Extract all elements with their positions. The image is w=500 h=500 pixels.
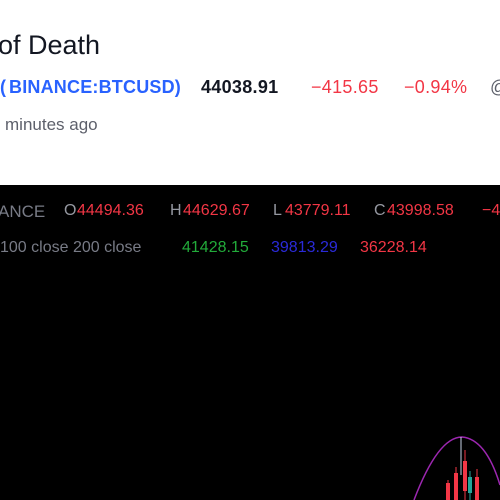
chart-pane[interactable]: ANCE O 44494.36 H 44629.67 L 43779.11 C … xyxy=(0,185,500,500)
candle-body xyxy=(454,473,458,500)
partial-icon[interactable]: @ xyxy=(490,77,500,98)
candle-body xyxy=(468,477,472,493)
symbol-text[interactable]: BINANCE:BTCUSD xyxy=(9,77,175,97)
price-change: −415.65 xyxy=(311,77,379,97)
last-price: 44038.91 xyxy=(201,77,279,97)
candle-body xyxy=(463,461,467,491)
candle-body xyxy=(446,483,450,500)
idea-header: of Death ( BINANCE:BTCUSD) 44038.91 −415… xyxy=(0,0,500,185)
chart-canvas xyxy=(413,436,500,500)
price-change-percent: −0.94% xyxy=(404,77,468,97)
candle-body xyxy=(475,477,479,500)
idea-title: of Death xyxy=(0,30,101,60)
published-time: minutes ago xyxy=(5,115,98,134)
symbol-open-paren: ( xyxy=(0,77,6,97)
candles xyxy=(446,450,479,500)
symbol-link[interactable]: BINANCE:BTCUSD) xyxy=(9,77,181,98)
symbol-close-paren: ) xyxy=(174,77,181,97)
